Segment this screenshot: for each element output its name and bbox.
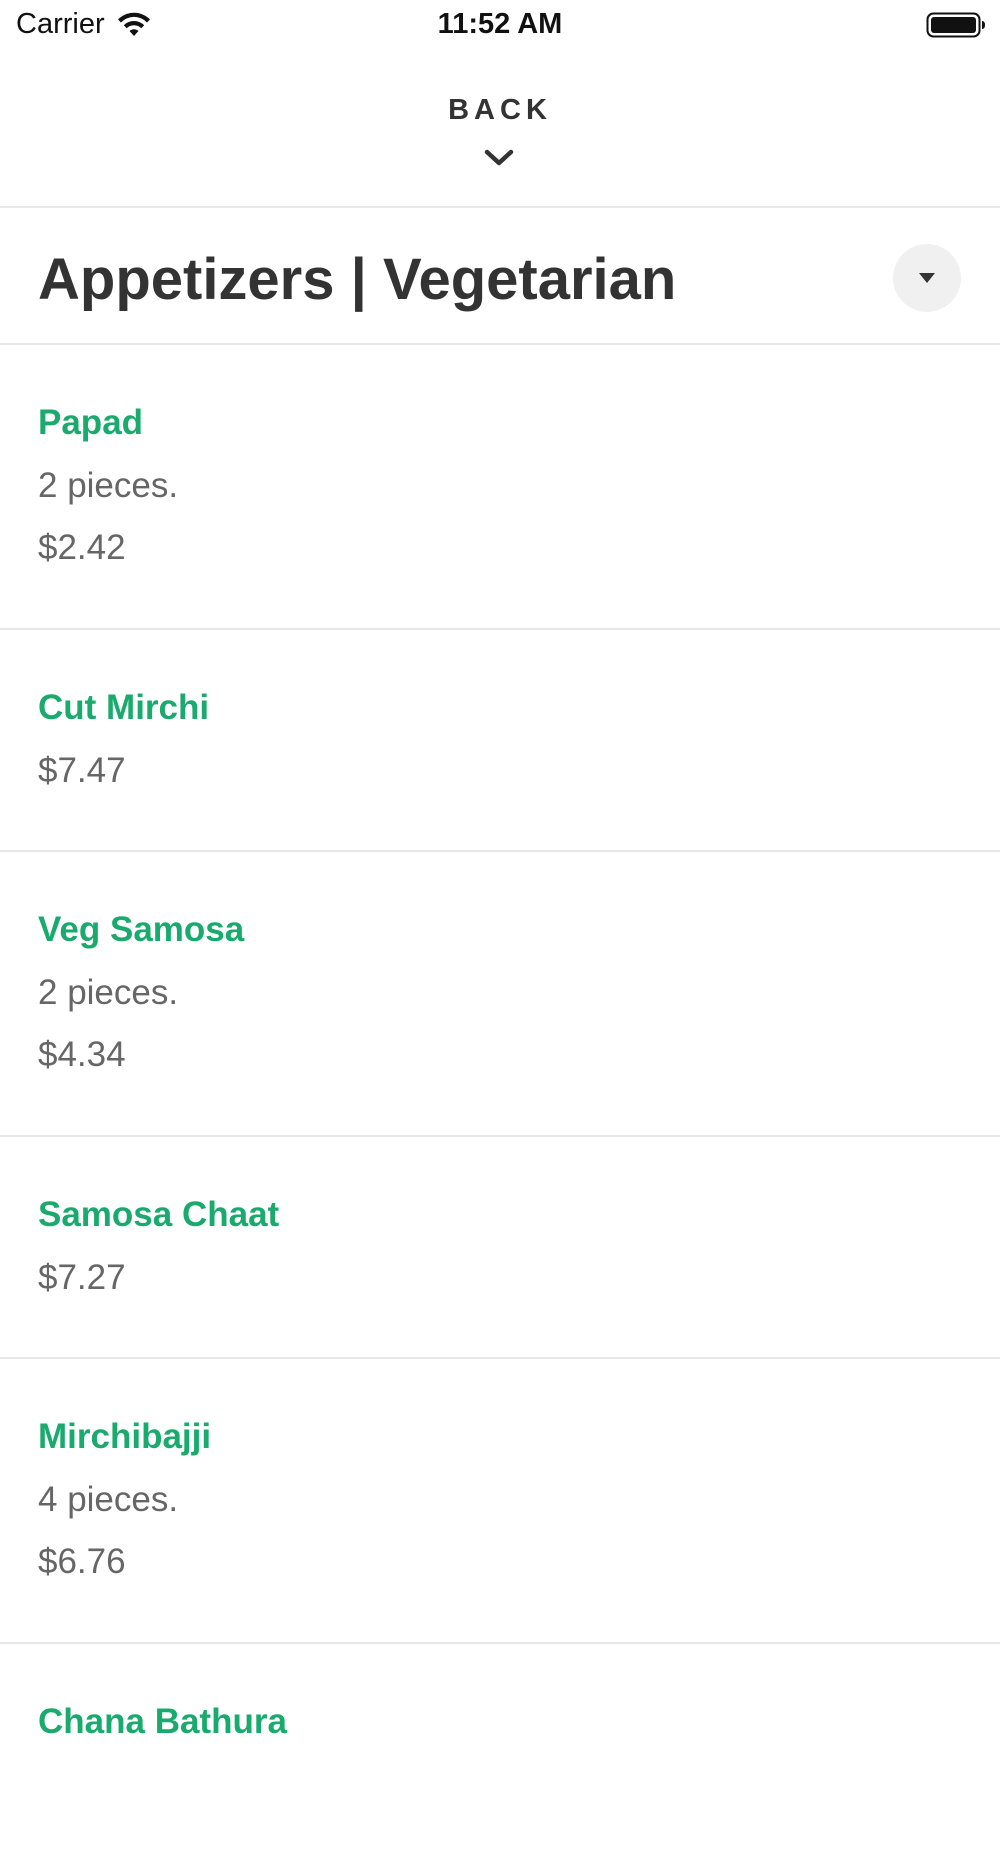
category-title: Appetizers | Vegetarian bbox=[38, 247, 677, 312]
item-name: Papad bbox=[38, 403, 144, 442]
back-button[interactable]: BACK bbox=[0, 50, 1000, 208]
item-name: Cut Mirchi bbox=[38, 688, 210, 727]
menu-item-papad[interactable]: Papad 2 pieces. $2.42 bbox=[0, 345, 1000, 630]
item-price: $2.42 bbox=[38, 528, 126, 567]
status-time: 11:52 AM bbox=[437, 8, 563, 40]
item-name: Veg Samosa bbox=[38, 910, 245, 949]
menu-item-mirchibajji[interactable]: Mirchibajji 4 pieces. $6.76 bbox=[0, 1359, 1000, 1644]
item-name: Mirchibajji bbox=[38, 1417, 212, 1456]
status-bar: Carrier 11:52 AM bbox=[0, 0, 1000, 50]
item-description: 2 pieces. bbox=[38, 973, 179, 1012]
menu-item-chana-bathura[interactable]: Chana Bathura bbox=[0, 1644, 1000, 1866]
item-description: 4 pieces. bbox=[38, 1480, 179, 1519]
menu-item-cut-mirchi[interactable]: Cut Mirchi $7.47 bbox=[0, 630, 1000, 852]
category-dropdown-button[interactable] bbox=[893, 244, 961, 312]
menu-list: Papad 2 pieces. $2.42 Cut Mirchi $7.47 V… bbox=[0, 345, 1000, 1866]
back-label: BACK bbox=[448, 94, 552, 126]
item-price: $6.76 bbox=[38, 1542, 126, 1581]
chevron-down-icon bbox=[484, 148, 514, 168]
menu-item-veg-samosa[interactable]: Veg Samosa 2 pieces. $4.34 bbox=[0, 852, 1000, 1137]
menu-item-samosa-chaat[interactable]: Samosa Chaat $7.27 bbox=[0, 1137, 1000, 1359]
item-price: $7.47 bbox=[38, 751, 126, 790]
item-description: 2 pieces. bbox=[38, 466, 179, 505]
item-price: $7.27 bbox=[38, 1258, 126, 1297]
item-price: $4.34 bbox=[38, 1035, 126, 1074]
category-header: Appetizers | Vegetarian bbox=[0, 208, 1000, 345]
item-name: Samosa Chaat bbox=[38, 1195, 280, 1234]
item-name: Chana Bathura bbox=[38, 1702, 287, 1741]
battery-icon bbox=[926, 12, 986, 38]
caret-down-icon bbox=[918, 272, 936, 284]
